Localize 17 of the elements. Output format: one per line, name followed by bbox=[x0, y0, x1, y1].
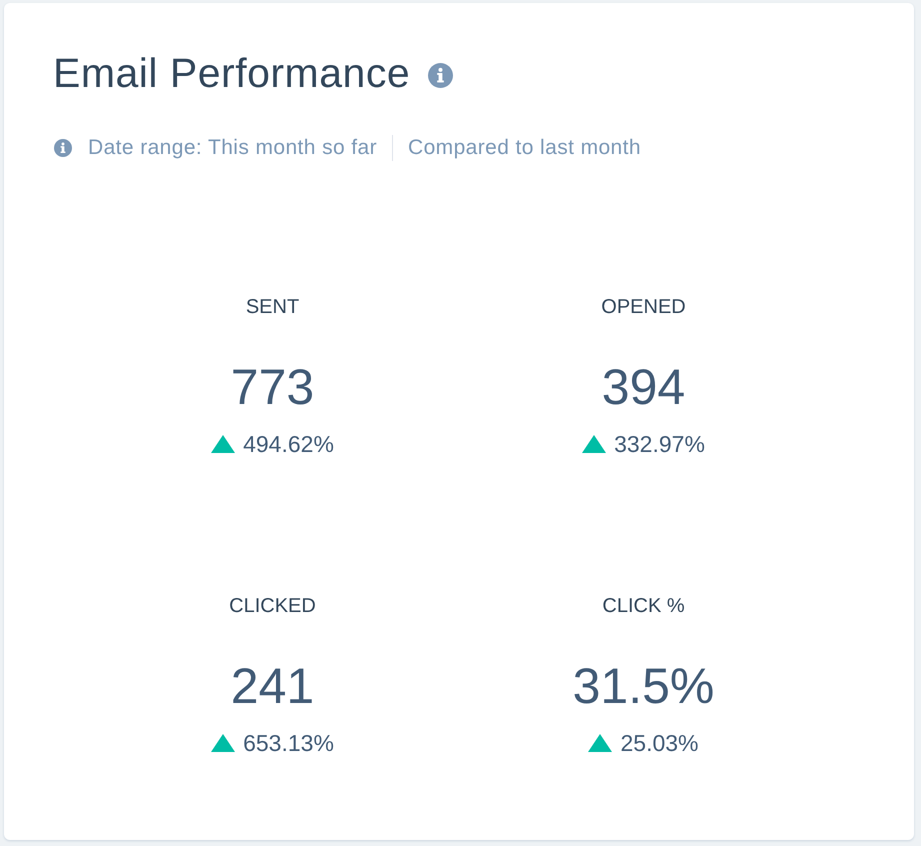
stat-label: OPENED bbox=[601, 295, 686, 319]
stat-value: 394 bbox=[602, 358, 686, 417]
stat-label: CLICKED bbox=[229, 594, 316, 618]
stat-value: 241 bbox=[230, 657, 314, 716]
change-percent: 653.13% bbox=[243, 730, 334, 756]
info-icon bbox=[54, 139, 72, 157]
stat-value: 31.5% bbox=[572, 657, 714, 716]
change-percent: 494.62% bbox=[243, 431, 334, 457]
change-percent: 25.03% bbox=[620, 730, 698, 756]
stat-value: 773 bbox=[230, 358, 314, 417]
info-icon[interactable] bbox=[428, 62, 454, 88]
date-range-text: Date range: This month so far bbox=[88, 136, 378, 160]
stat-label: CLICK % bbox=[602, 594, 685, 618]
stat-label: SENT bbox=[246, 295, 300, 319]
change-percent: 332.97% bbox=[614, 431, 705, 457]
card-title: Email Performance bbox=[53, 49, 410, 97]
comparison-text: Compared to last month bbox=[408, 136, 641, 160]
